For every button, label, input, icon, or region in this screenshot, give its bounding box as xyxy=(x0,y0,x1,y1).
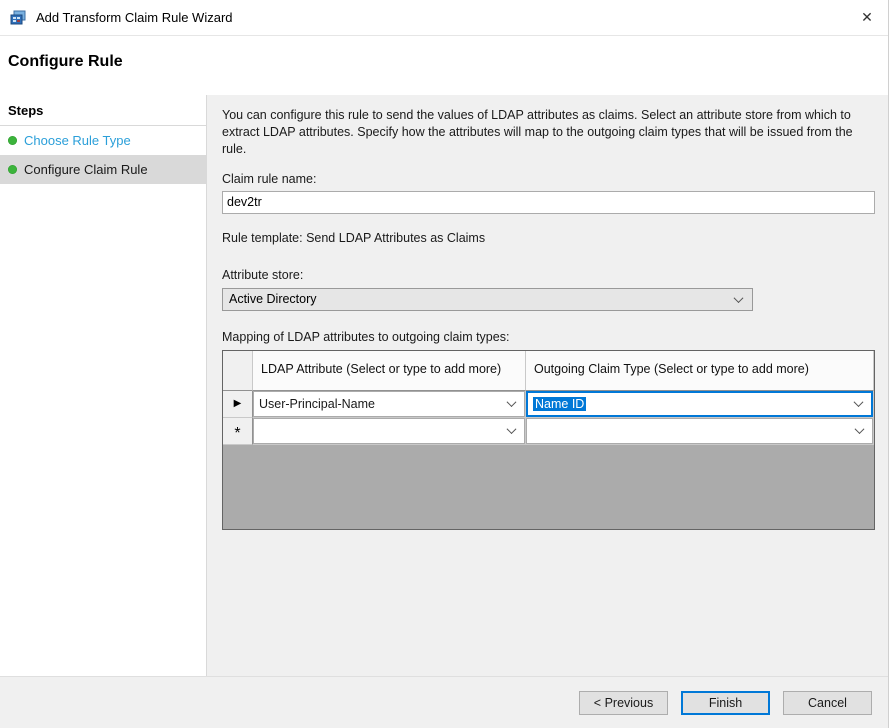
table-corner-header xyxy=(223,351,253,391)
ldap-attribute-combobox-row2[interactable] xyxy=(253,418,525,444)
mapping-table: LDAP Attribute (Select or type to add mo… xyxy=(222,350,875,530)
step-configure-claim-rule[interactable]: Configure Claim Rule xyxy=(0,155,206,184)
new-row-asterisk-icon: * xyxy=(234,429,240,439)
row-selector-current[interactable]: ▶ xyxy=(223,391,253,418)
finish-button[interactable]: Finish xyxy=(681,691,770,715)
steps-header: Steps xyxy=(0,95,206,126)
table-cell xyxy=(253,418,526,445)
column-header-outgoing-claim-type: Outgoing Claim Type (Select or type to a… xyxy=(526,351,874,391)
table-cell xyxy=(526,418,874,445)
chevron-down-icon xyxy=(507,424,517,434)
chevron-down-icon xyxy=(734,293,744,303)
outgoing-claim-type-value: Name ID xyxy=(533,397,586,411)
heading-band: Configure Rule xyxy=(0,36,888,95)
step-label: Choose Rule Type xyxy=(24,133,131,148)
wizard-app-icon xyxy=(10,10,28,26)
table-empty-area xyxy=(223,445,874,529)
column-header-ldap-attribute: LDAP Attribute (Select or type to add mo… xyxy=(253,351,526,391)
main-panel: You can configure this rule to send the … xyxy=(207,95,888,676)
content-area: Steps Choose Rule Type Configure Claim R… xyxy=(0,95,888,676)
table-cell: User-Principal-Name xyxy=(253,391,526,418)
table-cell: Name ID xyxy=(526,391,874,418)
rule-description-text: You can configure this rule to send the … xyxy=(222,107,875,158)
claim-rule-name-input[interactable] xyxy=(222,191,875,214)
chevron-down-icon xyxy=(854,397,864,407)
wizard-window: Add Transform Claim Rule Wizard ✕ Config… xyxy=(0,0,889,728)
ldap-attribute-combobox-row1[interactable]: User-Principal-Name xyxy=(253,391,525,417)
chevron-down-icon xyxy=(855,424,865,434)
current-row-arrow-icon: ▶ xyxy=(234,399,242,409)
claim-rule-name-label: Claim rule name: xyxy=(222,172,875,186)
close-button[interactable]: ✕ xyxy=(846,0,888,35)
step-label: Configure Claim Rule xyxy=(24,162,148,177)
ldap-attribute-value: User-Principal-Name xyxy=(259,397,508,411)
window-title: Add Transform Claim Rule Wizard xyxy=(36,10,233,25)
step-choose-rule-type[interactable]: Choose Rule Type xyxy=(0,126,206,155)
attribute-store-combobox[interactable]: Active Directory xyxy=(222,288,753,311)
step-complete-icon xyxy=(8,136,17,145)
steps-sidebar: Steps Choose Rule Type Configure Claim R… xyxy=(0,95,207,676)
mapping-table-label: Mapping of LDAP attributes to outgoing c… xyxy=(222,330,875,344)
page-title: Configure Rule xyxy=(8,53,888,71)
attribute-store-label: Attribute store: xyxy=(222,268,875,282)
outgoing-claim-type-combobox-row2[interactable] xyxy=(526,418,873,444)
titlebar: Add Transform Claim Rule Wizard ✕ xyxy=(0,0,888,36)
rule-template-text: Rule template: Send LDAP Attributes as C… xyxy=(222,231,875,245)
cancel-button[interactable]: Cancel xyxy=(783,691,872,715)
footer-button-bar: < Previous Finish Cancel xyxy=(0,676,888,728)
attribute-store-value: Active Directory xyxy=(229,292,735,306)
outgoing-claim-type-combobox-row1[interactable]: Name ID xyxy=(526,391,873,417)
step-complete-icon xyxy=(8,165,17,174)
previous-button[interactable]: < Previous xyxy=(579,691,668,715)
row-selector-new[interactable]: * xyxy=(223,418,253,445)
chevron-down-icon xyxy=(507,397,517,407)
